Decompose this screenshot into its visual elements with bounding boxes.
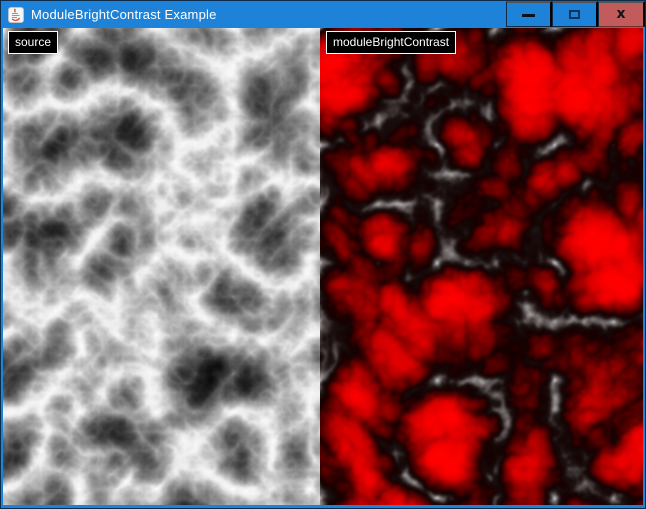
close-icon: x xyxy=(616,7,625,21)
minimize-icon xyxy=(522,14,535,17)
source-panel: source xyxy=(3,28,320,505)
source-noise-image xyxy=(3,28,320,505)
module-panel: moduleBrightContrast xyxy=(320,28,643,505)
close-button[interactable]: x xyxy=(598,1,645,27)
content-area: source xyxy=(3,28,643,505)
minimize-button[interactable] xyxy=(506,1,552,27)
source-label: source xyxy=(8,31,58,54)
window-title: ModuleBrightContrast Example xyxy=(31,7,217,22)
module-noise-image xyxy=(320,28,643,505)
java-coffee-cup-icon xyxy=(8,7,24,23)
app-window: ModuleBrightContrast Example x xyxy=(0,0,646,509)
titlebar[interactable]: ModuleBrightContrast Example x xyxy=(1,1,645,28)
window-controls: x xyxy=(506,1,645,27)
maximize-icon xyxy=(569,10,580,19)
module-label: moduleBrightContrast xyxy=(326,31,456,54)
maximize-button[interactable] xyxy=(552,1,598,27)
